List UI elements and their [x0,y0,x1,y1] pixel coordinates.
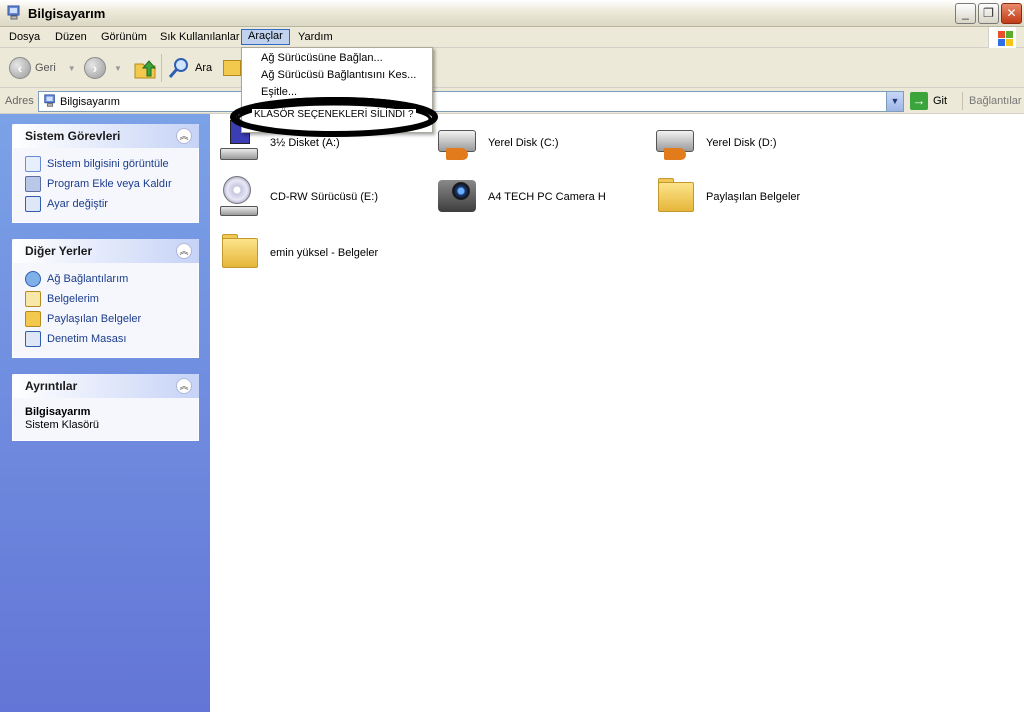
search-button[interactable]: Ara [167,56,212,80]
menu-sik-kullanilanlar[interactable]: Sık Kullanılanlar [160,30,240,46]
add-remove-programs-icon [25,176,41,192]
place-my-documents[interactable]: Belgelerim [25,289,198,309]
other-places-header[interactable]: Diğer Yerler ︽ [12,239,199,263]
drive-label: CD-RW Sürücüsü (E:) [270,191,378,203]
menu-araclar[interactable]: Araçlar [241,29,290,45]
search-label: Ara [195,62,213,74]
close-button[interactable]: ✕ [1001,3,1022,24]
go-label: Git [933,95,948,107]
camera-icon [434,174,480,220]
drive-item-c[interactable]: Yerel Disk (C:) [434,120,559,166]
collapse-chevron-icon[interactable]: ︽ [176,243,192,259]
task-pane: Sistem Görevleri ︽ Sistem bilgisini görü… [0,114,210,712]
address-input[interactable]: Bilgisayarım ▼ [38,91,904,112]
drive-item-e[interactable]: CD-RW Sürücüsü (E:) [216,174,378,220]
menu-item-map-network-drive[interactable]: Ağ Sürücüsüne Bağlan... [261,52,383,64]
drive-label: Yerel Disk (C:) [488,137,559,149]
restore-button[interactable]: ❐ [978,3,999,24]
system-tasks-header[interactable]: Sistem Görevleri ︽ [12,124,199,148]
details-header[interactable]: Ayrıntılar ︽ [12,374,199,398]
address-label: Adres [5,95,34,107]
place-label: Ağ Bağlantılarım [47,273,129,285]
task-view-system-info[interactable]: Sistem bilgisini görüntüle [25,154,198,174]
folder-label: emin yüksel - Belgeler [270,247,379,259]
hard-disk-icon [652,120,698,166]
menu-bar: Dosya Düzen Görünüm Sık Kullanılanlar Ar… [0,27,1024,48]
my-computer-icon [7,5,20,20]
windows-logo-icon [988,27,1016,48]
folder-icon [652,174,698,220]
details-type: Sistem Klasörü [25,419,99,431]
search-icon [168,58,188,78]
back-dropdown-icon[interactable]: ▼ [68,64,76,73]
menu-duzen[interactable]: Düzen [55,30,87,46]
annotation-text: KLASÖR SEÇENEKLERİ SİLİNDİ ? [252,109,416,120]
address-dropdown-icon[interactable]: ▼ [886,92,903,111]
window-title: Bilgisayarım [28,6,106,21]
title-bar: Bilgisayarım _ ❐ ✕ [0,0,1024,27]
my-computer-icon [44,94,55,107]
details-panel: Ayrıntılar ︽ Bilgisayarım Sistem Klasörü [12,374,199,441]
drive-item-d[interactable]: Yerel Disk (D:) [652,120,777,166]
hard-disk-icon [434,120,480,166]
address-bar: Adres Bilgisayarım ▼ → Git Bağlantılar [0,88,1024,114]
cd-drive-icon [216,174,262,220]
other-places-panel: Diğer Yerler ︽ Ağ Bağlantılarım Belgeler… [12,239,199,358]
system-info-icon [25,156,41,172]
back-label: Geri [35,62,56,74]
task-add-remove-programs[interactable]: Program Ekle veya Kaldır [25,174,198,194]
links-toolbar[interactable]: Bağlantılar [962,92,1022,110]
go-arrow-icon: → [910,92,928,110]
system-tasks-panel: Sistem Görevleri ︽ Sistem bilgisini görü… [12,124,199,223]
documents-icon [25,291,41,307]
network-icon [25,271,41,287]
folders-icon[interactable] [223,60,241,76]
task-label: Program Ekle veya Kaldır [47,178,172,190]
file-view: 3½ Disket (A:) Yerel Disk (C:) Yerel Dis… [210,114,1024,712]
collapse-chevron-icon[interactable]: ︽ [176,378,192,394]
forward-arrow-icon: › [84,57,106,79]
place-label: Paylaşılan Belgeler [47,313,142,325]
task-change-setting[interactable]: Ayar değiştir [25,194,198,214]
task-label: Ayar değiştir [47,198,108,210]
folder-item-shared-documents[interactable]: Paylaşılan Belgeler [652,174,800,220]
place-control-panel[interactable]: Denetim Masası [25,329,198,349]
forward-button[interactable]: › ▼ [84,56,122,80]
back-arrow-icon: ‹ [9,57,31,79]
toolbar: ‹ Geri ▼ › ▼ Ara [0,48,1024,88]
back-button[interactable]: ‹ Geri ▼ [9,56,76,80]
place-network-connections[interactable]: Ağ Bağlantılarım [25,269,198,289]
menu-gorunum[interactable]: Görünüm [101,30,147,46]
menu-dosya[interactable]: Dosya [9,30,40,46]
control-panel-icon [25,196,41,212]
task-label: Sistem bilgisini görüntüle [47,158,169,170]
system-tasks-title: Sistem Görevleri [25,129,121,143]
place-shared-documents[interactable]: Paylaşılan Belgeler [25,309,198,329]
toolbar-separator [161,54,162,82]
other-places-title: Diğer Yerler [25,244,93,258]
drive-label: Yerel Disk (D:) [706,137,777,149]
forward-dropdown-icon[interactable]: ▼ [114,64,122,73]
folder-label: Paylaşılan Belgeler [706,191,801,203]
up-folder-icon[interactable] [133,56,157,80]
go-button[interactable]: → Git [910,92,947,110]
minimize-button[interactable]: _ [955,3,976,24]
folder-icon [25,311,41,327]
details-name: Bilgisayarım [25,406,91,418]
menu-item-disconnect-network-drive[interactable]: Ağ Sürücüsü Bağlantısını Kes... [261,69,416,81]
details-title: Ayrıntılar [25,379,78,393]
device-item-camera[interactable]: A4 TECH PC Camera H [434,174,606,220]
menu-yardim[interactable]: Yardım [298,30,333,46]
folder-item-user-documents[interactable]: emin yüksel - Belgeler [216,230,378,276]
place-label: Belgelerim [47,293,99,305]
address-value: Bilgisayarım [60,96,120,108]
control-panel-icon [25,331,41,347]
collapse-chevron-icon[interactable]: ︽ [176,128,192,144]
folder-icon [216,230,262,276]
device-label: A4 TECH PC Camera H [488,191,606,203]
place-label: Denetim Masası [47,333,127,345]
